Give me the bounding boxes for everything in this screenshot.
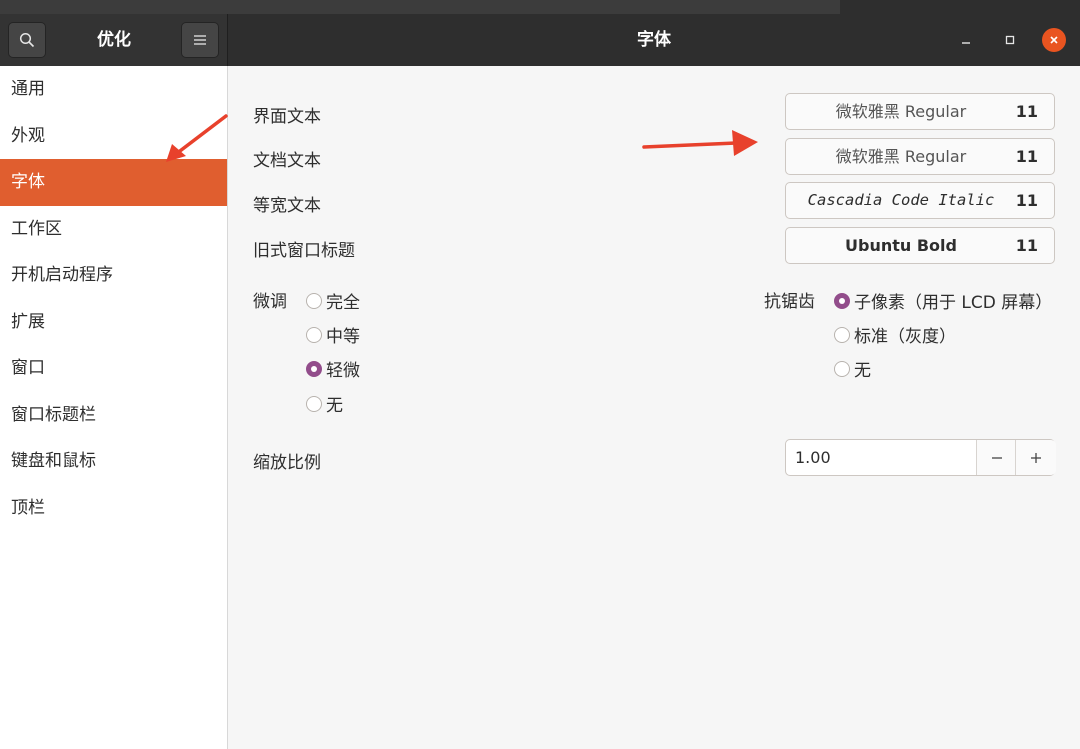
radio-button-selected[interactable] <box>306 360 322 377</box>
minus-icon <box>992 456 1002 459</box>
interface-text-font-button[interactable]: 微软雅黑 Regular 11 <box>785 93 1055 130</box>
antialiasing-option-none[interactable]: 无 <box>834 356 871 381</box>
radio-label: 无 <box>854 361 871 381</box>
document-text-font-button[interactable]: 微软雅黑 Regular 11 <box>785 138 1055 175</box>
font-size: 11 <box>1015 191 1038 210</box>
radio-label: 轻微 <box>326 361 360 381</box>
font-size: 11 <box>1015 147 1038 166</box>
font-size: 11 <box>1015 236 1038 255</box>
radio-label: 中等 <box>326 327 360 347</box>
content-header: 字体 <box>228 14 1080 66</box>
monospace-text-label: 等宽文本 <box>253 196 321 216</box>
monospace-text-font-button[interactable]: Cascadia Code Italic 11 <box>785 182 1055 219</box>
radio-label: 无 <box>326 396 343 416</box>
menu-button[interactable] <box>181 22 219 58</box>
annotation-arrow-sidebar <box>166 114 228 162</box>
sidebar-item-top-bar[interactable]: 顶栏 <box>0 485 227 532</box>
legacy-window-title-label: 旧式窗口标题 <box>253 241 355 261</box>
sidebar-item-startup-applications[interactable]: 开机启动程序 <box>0 252 227 299</box>
radio-button[interactable] <box>834 326 850 343</box>
document-text-label: 文档文本 <box>253 151 321 171</box>
radio-label: 完全 <box>326 293 360 313</box>
minimize-icon <box>962 42 970 44</box>
hinting-option-full[interactable]: 完全 <box>306 288 360 313</box>
font-name: 微软雅黑 Regular <box>835 147 967 166</box>
sidebar-item-workspaces[interactable]: 工作区 <box>0 206 227 253</box>
sidebar-item-general[interactable]: 通用 <box>0 66 227 113</box>
sidebar-header: 优化 <box>0 14 228 66</box>
sidebar: 通用 外观 字体 工作区 开机启动程序 扩展 窗口 窗口标题栏 键盘和鼠标 顶栏 <box>0 66 228 749</box>
sidebar-item-windows[interactable]: 窗口 <box>0 345 227 392</box>
hamburger-menu-icon <box>194 35 206 45</box>
antialiasing-label: 抗锯齿 <box>764 292 815 312</box>
annotation-arrow-font <box>642 130 758 156</box>
background-window-strip <box>0 0 840 14</box>
scaling-factor-input[interactable]: 1.00 <box>786 440 976 475</box>
legacy-window-title-font-button[interactable]: Ubuntu Bold 11 <box>785 227 1055 264</box>
font-size: 11 <box>1015 102 1038 121</box>
sidebar-item-window-titlebars[interactable]: 窗口标题栏 <box>0 392 227 439</box>
radio-button[interactable] <box>306 292 322 309</box>
radio-button-selected[interactable] <box>834 292 850 309</box>
hinting-label: 微调 <box>253 292 287 312</box>
font-name: Cascadia Code Italic <box>807 191 995 209</box>
interface-text-label: 界面文本 <box>253 107 321 127</box>
antialiasing-option-standard[interactable]: 标准（灰度） <box>834 322 956 347</box>
scaling-factor-label: 缩放比例 <box>253 453 321 473</box>
sidebar-item-keyboard-mouse[interactable]: 键盘和鼠标 <box>0 438 227 485</box>
hinting-option-slight[interactable]: 轻微 <box>306 356 360 381</box>
font-name: 微软雅黑 Regular <box>835 102 967 121</box>
hinting-option-none[interactable]: 无 <box>306 391 343 416</box>
radio-label: 子像素（用于 LCD 屏幕） <box>854 293 1053 313</box>
radio-button[interactable] <box>306 395 322 412</box>
page-title: 字体 <box>637 30 671 50</box>
radio-button[interactable] <box>306 326 322 343</box>
radio-label: 标准（灰度） <box>854 327 956 347</box>
header-bar: 优化 字体 <box>0 0 1080 66</box>
maximize-button[interactable] <box>998 28 1022 52</box>
antialiasing-option-subpixel[interactable]: 子像素（用于 LCD 屏幕） <box>834 288 1052 313</box>
radio-button[interactable] <box>834 360 850 377</box>
sidebar-item-extensions[interactable]: 扩展 <box>0 299 227 346</box>
scaling-factor-spinbutton[interactable]: 1.00 <box>785 439 1056 476</box>
close-button[interactable] <box>1042 28 1066 52</box>
increase-button[interactable] <box>1015 440 1056 475</box>
font-name: Ubuntu Bold <box>845 236 957 255</box>
hinting-option-medium[interactable]: 中等 <box>306 322 360 347</box>
close-icon <box>1050 36 1058 44</box>
fonts-panel: 界面文本 微软雅黑 Regular 11 文档文本 微软雅黑 Regular 1… <box>228 66 1080 749</box>
plus-icon <box>1031 452 1041 463</box>
maximize-icon <box>1005 35 1015 45</box>
minimize-button[interactable] <box>954 28 978 52</box>
decrease-button[interactable] <box>976 440 1017 475</box>
